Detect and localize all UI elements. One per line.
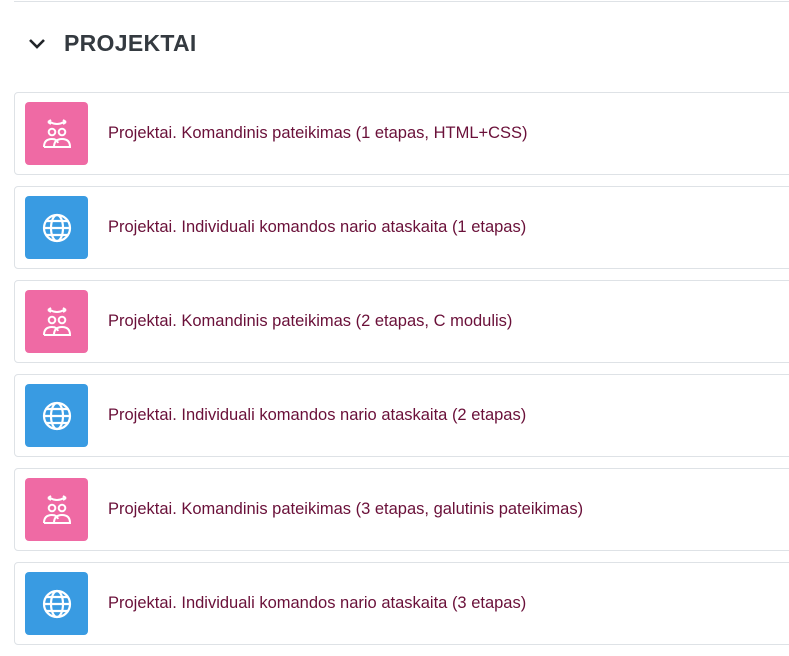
activity-item[interactable]: Projektai. Individuali komandos nario at…	[14, 186, 789, 269]
activity-link[interactable]: Projektai. Individuali komandos nario at…	[108, 594, 526, 613]
chevron-down-icon[interactable]	[26, 33, 48, 55]
divider	[14, 1, 789, 2]
activity-item[interactable]: Projektai. Individuali komandos nario at…	[14, 562, 789, 645]
activity-link[interactable]: Projektai. Individuali komandos nario at…	[108, 218, 526, 237]
workshop-icon	[25, 102, 88, 165]
globe-icon	[25, 196, 88, 259]
section-title: PROJEKTAI	[64, 30, 197, 56]
activity-item[interactable]: Projektai. Komandinis pateikimas (1 etap…	[14, 92, 789, 175]
activity-link[interactable]: Projektai. Komandinis pateikimas (1 etap…	[108, 124, 528, 143]
activity-list: Projektai. Komandinis pateikimas (1 etap…	[14, 92, 789, 656]
globe-icon	[25, 384, 88, 447]
section-header[interactable]: PROJEKTAI	[26, 30, 197, 57]
globe-icon	[25, 572, 88, 635]
activity-link[interactable]: Projektai. Individuali komandos nario at…	[108, 406, 526, 425]
workshop-icon	[25, 290, 88, 353]
activity-item[interactable]: Projektai. Komandinis pateikimas (2 etap…	[14, 280, 789, 363]
activity-item[interactable]: Projektai. Individuali komandos nario at…	[14, 374, 789, 457]
activity-item[interactable]: Projektai. Komandinis pateikimas (3 etap…	[14, 468, 789, 551]
activity-link[interactable]: Projektai. Komandinis pateikimas (3 etap…	[108, 500, 583, 519]
activity-link[interactable]: Projektai. Komandinis pateikimas (2 etap…	[108, 312, 512, 331]
workshop-icon	[25, 478, 88, 541]
